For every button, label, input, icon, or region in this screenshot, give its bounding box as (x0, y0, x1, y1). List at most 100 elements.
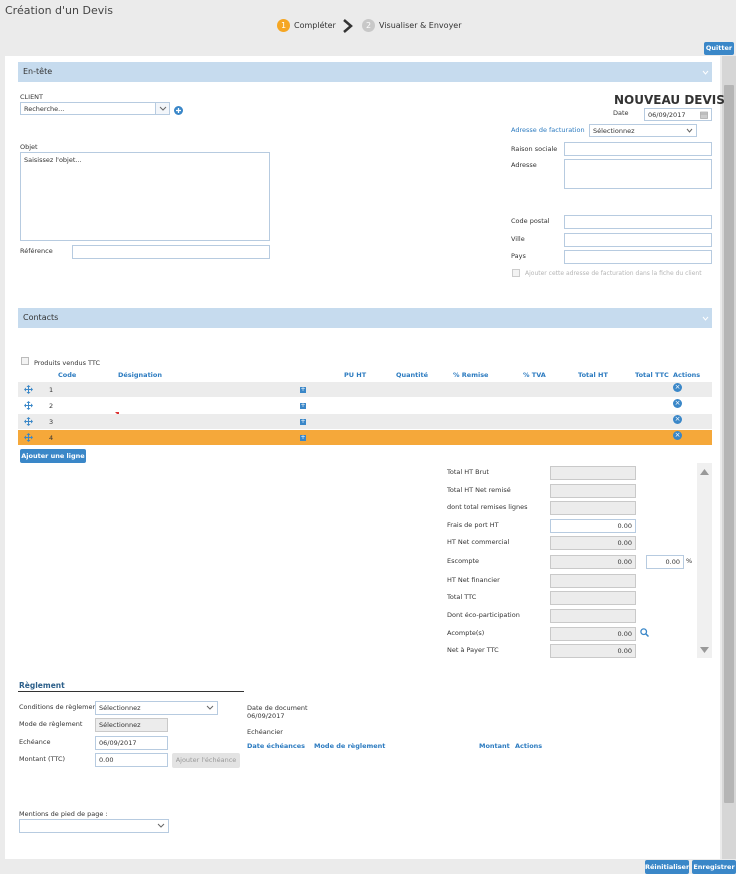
frais-port-label: Frais de port HT (447, 521, 499, 529)
ville-label: Ville (511, 235, 525, 243)
net-a-payer-value: 0.00 (550, 644, 636, 658)
chevron-down-icon[interactable] (702, 316, 709, 321)
total-ht-brut-label: Total HT Brut (447, 468, 489, 476)
ville-input[interactable] (564, 233, 712, 247)
drag-handle-icon[interactable] (24, 433, 33, 442)
delete-row-icon[interactable]: × (673, 399, 682, 408)
adresse-label: Adresse (511, 161, 537, 169)
add-echeance-button[interactable]: Ajouter l'échéance (172, 753, 240, 768)
ttc-checkbox-label: Produits vendus TTC (34, 359, 101, 367)
calendar-icon[interactable] (700, 111, 708, 119)
date-value: 06/09/2017 (648, 111, 686, 119)
objet-label: Objet (20, 143, 38, 151)
escompte-percent-input[interactable]: 0.00 (646, 555, 684, 569)
document-title: NOUVEAU DEVIS (614, 93, 725, 107)
delete-row-icon[interactable]: × (673, 431, 682, 440)
scroll-down-icon[interactable] (700, 647, 709, 653)
expand-icon[interactable]: + (300, 419, 306, 425)
search-icon[interactable] (640, 628, 649, 637)
reset-button[interactable]: Réinitialiser (645, 860, 689, 874)
expand-icon[interactable]: + (300, 435, 306, 441)
chevron-down-icon (686, 128, 693, 133)
chevron-down-icon (206, 705, 214, 710)
table-row[interactable] (18, 382, 712, 397)
col-actions: Actions (673, 371, 701, 379)
pays-input[interactable] (564, 250, 712, 264)
reference-input[interactable] (72, 245, 270, 259)
save-billing-checkbox[interactable] (512, 269, 520, 277)
total-ht-net-remise-value (550, 484, 636, 498)
adresse-textarea[interactable] (564, 159, 712, 189)
objet-textarea[interactable]: Saisissez l'objet... (20, 152, 270, 241)
scrollbar-thumb[interactable] (724, 85, 734, 803)
pays-label: Pays (511, 252, 526, 260)
client-dropdown-toggle[interactable] (155, 103, 169, 114)
add-client-icon[interactable] (174, 106, 183, 115)
raison-sociale-input[interactable] (564, 142, 712, 156)
escompte-value: 0.00 (550, 555, 636, 569)
col-remise: % Remise (453, 371, 489, 379)
chevron-down-icon[interactable] (702, 70, 709, 75)
delete-row-icon[interactable]: × (673, 415, 682, 424)
code-postal-label: Code postal (511, 217, 550, 225)
row-code: 1 (49, 386, 54, 394)
save-button[interactable]: Enregistrer (692, 860, 736, 874)
table-row-selected[interactable] (18, 430, 712, 445)
col-pu-ht: PU HT (344, 371, 367, 379)
entete-section-header[interactable]: En-tête (18, 62, 712, 82)
chevron-down-icon (157, 823, 165, 828)
echeance-input[interactable]: 06/09/2017 (95, 736, 168, 750)
step-2-number: 2 (362, 19, 375, 32)
mentions-label: Mentions de pied de page : (19, 810, 108, 818)
code-postal-input[interactable] (564, 215, 712, 229)
table-row[interactable] (18, 398, 712, 413)
chevron-right-icon (343, 19, 353, 33)
client-search-input[interactable]: Recherche... (20, 102, 170, 115)
acompte-label: Acompte(s) (447, 629, 485, 637)
add-line-button[interactable]: Ajouter une ligne - (20, 449, 86, 474)
step-2[interactable]: 2 Visualiser & Envoyer (362, 19, 462, 32)
col-tva: % TVA (523, 371, 546, 379)
row-code: 4 (49, 434, 54, 442)
totals-scrollbar[interactable] (697, 463, 712, 658)
mode-select: Sélectionnez (95, 718, 168, 732)
echeance-label: Echéance (19, 738, 51, 746)
step-1[interactable]: 1 Compléter (277, 19, 336, 32)
mentions-select[interactable] (19, 819, 169, 833)
conditions-select[interactable]: Sélectionnez (95, 701, 218, 715)
step-2-label: Visualiser & Envoyer (379, 21, 462, 30)
drag-handle-icon[interactable] (24, 385, 33, 394)
page-title: Création d'un Devis (5, 4, 114, 17)
billing-address-select[interactable]: Sélectionnez (589, 124, 697, 137)
reference-label: Référence (20, 247, 53, 255)
ht-net-financier-label: HT Net financier (447, 576, 500, 584)
expand-icon[interactable]: + (300, 403, 306, 409)
ttc-checkbox[interactable] (21, 357, 29, 365)
total-ttc-label: Total TTC (447, 593, 477, 601)
drag-handle-icon[interactable] (24, 417, 33, 426)
billing-address-value: Sélectionnez (593, 127, 635, 135)
ht-net-commercial-value: 0.00 (550, 536, 636, 550)
escompte-label: Escompte (447, 557, 480, 565)
conditions-value: Sélectionnez (99, 704, 141, 712)
scroll-up-icon[interactable] (700, 469, 709, 475)
billing-address-label: Adresse de facturation (511, 126, 585, 134)
net-a-payer-label: Net à Payer TTC (447, 646, 499, 654)
col-actions-echeance: Actions (515, 742, 543, 750)
row-code: 2 (49, 402, 54, 410)
echeance-value: 06/09/2017 (99, 739, 137, 747)
contacts-section-header[interactable]: Contacts (18, 308, 712, 328)
table-row[interactable] (18, 414, 712, 429)
frais-port-input[interactable]: 0.00 (550, 519, 636, 533)
date-document-label: Date de document (247, 704, 308, 712)
total-ht-net-remise-label: Total HT Net remisé (447, 486, 511, 494)
quit-button[interactable]: Quitter (704, 42, 734, 55)
montant-input[interactable]: 0.00 (95, 753, 168, 767)
expand-icon[interactable]: + (300, 387, 306, 393)
reglement-title: Règlement (19, 681, 65, 690)
delete-row-icon[interactable]: × (673, 383, 682, 392)
montant-value: 0.00 (99, 756, 114, 764)
eco-participation-label: Dont éco-participation (447, 611, 520, 619)
drag-handle-icon[interactable] (24, 401, 33, 410)
entete-section-title: En-tête (23, 67, 53, 76)
